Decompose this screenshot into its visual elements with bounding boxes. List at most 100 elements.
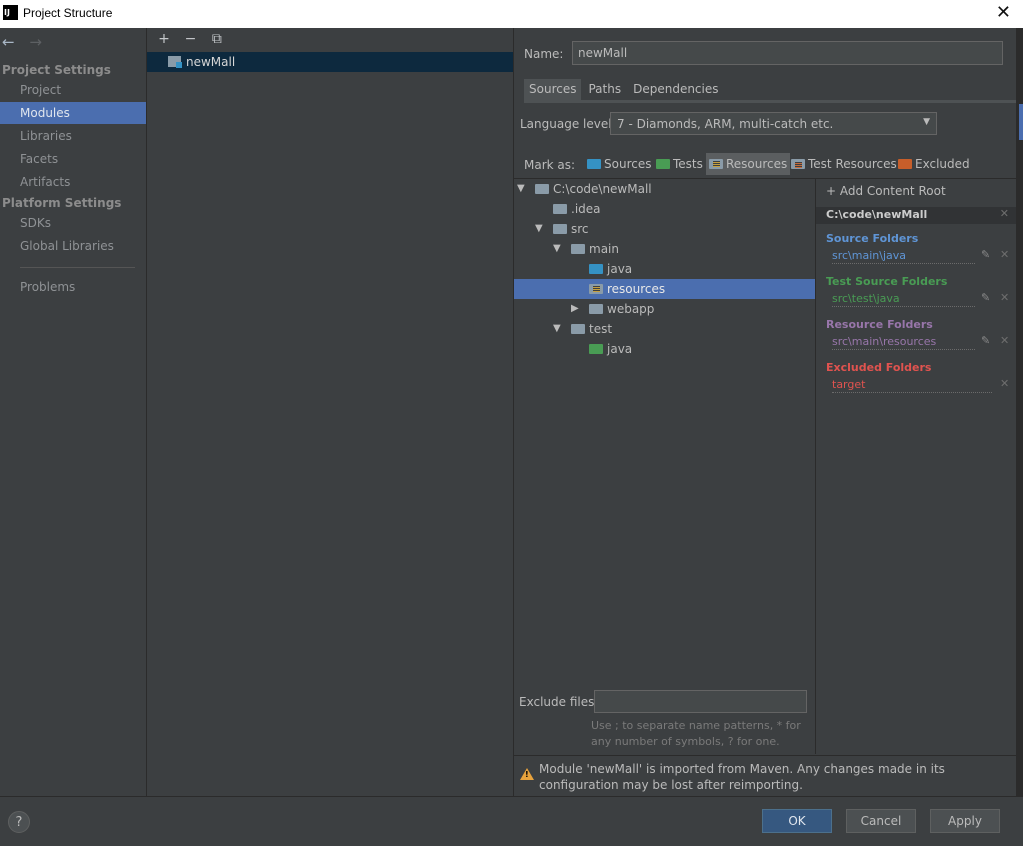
tree-label: webapp bbox=[607, 302, 655, 316]
test-folder-icon bbox=[589, 344, 603, 354]
remove-icon[interactable]: ✕ bbox=[1000, 248, 1009, 261]
excluded-folders-title: Excluded Folders bbox=[826, 361, 932, 374]
warning-text: Module 'newMall' is imported from Maven.… bbox=[539, 762, 945, 792]
ok-button[interactable]: OK bbox=[762, 809, 832, 833]
language-level-select[interactable]: 7 - Diamonds, ARM, multi-catch etc. ▼ bbox=[610, 112, 937, 135]
test-source-folders-title: Test Source Folders bbox=[826, 275, 948, 288]
language-level-label: Language level: bbox=[520, 117, 616, 131]
source-folder-path: src\main\java bbox=[832, 249, 975, 264]
remove-icon[interactable]: ✕ bbox=[1000, 334, 1009, 347]
expand-arrow-icon[interactable]: ▼ bbox=[517, 179, 525, 199]
module-label: newMall bbox=[186, 55, 236, 69]
sources-folder-icon bbox=[587, 159, 601, 169]
tree-row[interactable]: java bbox=[514, 339, 815, 359]
sidebar-item-project[interactable]: Project bbox=[0, 79, 146, 101]
sidebar-divider bbox=[20, 267, 135, 268]
sidebar-item-facets[interactable]: Facets bbox=[0, 148, 146, 170]
excluded-folder-path: target bbox=[832, 378, 992, 393]
mark-tests-button[interactable]: Tests bbox=[653, 153, 706, 175]
intellij-logo-icon: IJ bbox=[3, 5, 18, 20]
folder-icon bbox=[571, 324, 585, 334]
remove-icon[interactable]: − bbox=[179, 31, 201, 47]
expand-arrow-icon[interactable]: ▼ bbox=[553, 319, 561, 339]
edit-pencil-icon[interactable]: ✎ bbox=[981, 248, 990, 261]
mark-sources-label: Sources bbox=[604, 157, 652, 171]
remove-root-icon[interactable]: ✕ bbox=[1000, 207, 1009, 220]
window-edge-strip bbox=[1016, 28, 1023, 796]
folder-icon bbox=[535, 184, 549, 194]
add-icon[interactable]: + bbox=[153, 31, 175, 47]
directory-tree: ▼ C:\code\newMall .idea ▼ src ▼ main jav… bbox=[514, 178, 815, 687]
folder-icon bbox=[571, 244, 585, 254]
expand-arrow-icon[interactable]: ▼ bbox=[553, 239, 561, 259]
title-bar: IJ Project Structure ✕ bbox=[0, 0, 1023, 28]
tree-row[interactable]: ▼ src bbox=[514, 219, 815, 239]
back-arrow-icon[interactable]: ← bbox=[2, 33, 15, 51]
language-level-value: 7 - Diamonds, ARM, multi-catch etc. bbox=[617, 117, 834, 131]
remove-icon[interactable]: ✕ bbox=[1000, 377, 1009, 390]
tree-row[interactable]: ▼ C:\code\newMall bbox=[514, 179, 815, 199]
mark-resources-button[interactable]: Resources bbox=[706, 153, 791, 175]
close-icon[interactable]: ✕ bbox=[996, 2, 1011, 23]
source-folders-title: Source Folders bbox=[826, 232, 919, 245]
window-title: Project Structure bbox=[23, 6, 113, 20]
tree-label: java bbox=[607, 262, 633, 276]
tree-label: test bbox=[589, 322, 613, 336]
tree-row[interactable]: ▼ main bbox=[514, 239, 815, 259]
tree-row[interactable]: ▼ test bbox=[514, 319, 815, 339]
copy-icon[interactable]: ⧉ bbox=[206, 31, 228, 47]
cancel-button[interactable]: Cancel bbox=[846, 809, 916, 833]
tab-sources[interactable]: Sources bbox=[524, 79, 582, 100]
tree-label: main bbox=[589, 242, 619, 256]
content-root-header: C:\code\newMall ✕ bbox=[816, 207, 1017, 224]
tree-row[interactable]: .idea bbox=[514, 199, 815, 219]
sidebar-item-libraries[interactable]: Libraries bbox=[0, 125, 146, 147]
sidebar-item-artifacts[interactable]: Artifacts bbox=[0, 171, 146, 193]
mark-sources-button[interactable]: Sources bbox=[584, 153, 654, 175]
tests-folder-icon bbox=[656, 159, 670, 169]
sidebar-item-global-libraries[interactable]: Global Libraries bbox=[0, 235, 146, 257]
edit-pencil-icon[interactable]: ✎ bbox=[981, 334, 990, 347]
tree-row[interactable]: ▶ webapp bbox=[514, 299, 815, 319]
tab-paths[interactable]: Paths bbox=[583, 79, 626, 100]
exclude-files-input[interactable] bbox=[594, 690, 807, 713]
expand-arrow-icon[interactable]: ▼ bbox=[535, 219, 543, 239]
sidebar-item-sdks[interactable]: SDKs bbox=[0, 212, 146, 234]
tab-dependencies[interactable]: Dependencies bbox=[628, 79, 723, 100]
tree-label: java bbox=[607, 342, 633, 356]
collapse-arrow-icon[interactable]: ▶ bbox=[571, 299, 579, 319]
sidebar-item-modules[interactable]: Modules bbox=[0, 102, 146, 124]
remove-icon[interactable]: ✕ bbox=[1000, 291, 1009, 304]
tree-label: C:\code\newMall bbox=[553, 182, 652, 196]
sidebar-item-problems[interactable]: Problems bbox=[0, 276, 146, 298]
forward-arrow-icon[interactable]: → bbox=[29, 33, 42, 51]
name-label: Name: bbox=[524, 47, 564, 61]
mark-test-resources-label: Test Resources bbox=[808, 157, 897, 171]
tab-underline bbox=[524, 100, 1016, 103]
mark-test-resources-button[interactable]: Test Resources bbox=[788, 153, 900, 175]
mark-excluded-button[interactable]: Excluded bbox=[895, 153, 973, 175]
settings-sidebar: ← → Project Settings Project Modules Lib… bbox=[0, 28, 147, 796]
add-content-root-button[interactable]: + Add Content Root bbox=[826, 184, 946, 198]
apply-button[interactable]: Apply bbox=[930, 809, 1000, 833]
module-row[interactable]: newMall bbox=[147, 52, 513, 72]
test-source-folder-path: src\test\java bbox=[832, 292, 975, 307]
mark-excluded-label: Excluded bbox=[915, 157, 970, 171]
resources-folder-icon bbox=[709, 159, 723, 169]
tree-row-selected[interactable]: resources bbox=[514, 279, 815, 299]
dialog-footer: ? OK Cancel Apply bbox=[0, 796, 1023, 846]
folder-icon bbox=[553, 224, 567, 234]
edit-pencil-icon[interactable]: ✎ bbox=[981, 291, 990, 304]
excluded-folder-icon bbox=[898, 159, 912, 169]
details-tabs: Sources Paths Dependencies bbox=[524, 79, 726, 100]
module-name-input[interactable] bbox=[572, 41, 1003, 65]
help-button[interactable]: ? bbox=[8, 811, 30, 833]
modules-toolbar: + − ⧉ bbox=[153, 31, 228, 47]
tree-row[interactable]: java bbox=[514, 259, 815, 279]
test-resources-folder-icon bbox=[791, 159, 805, 169]
resources-folder-icon bbox=[589, 284, 603, 294]
resource-folders-title: Resource Folders bbox=[826, 318, 933, 331]
exclude-files-label: Exclude files: bbox=[519, 695, 599, 709]
module-folder-icon bbox=[168, 56, 182, 68]
content-roots-panel: + Add Content Root C:\code\newMall ✕ Sou… bbox=[815, 178, 1017, 754]
